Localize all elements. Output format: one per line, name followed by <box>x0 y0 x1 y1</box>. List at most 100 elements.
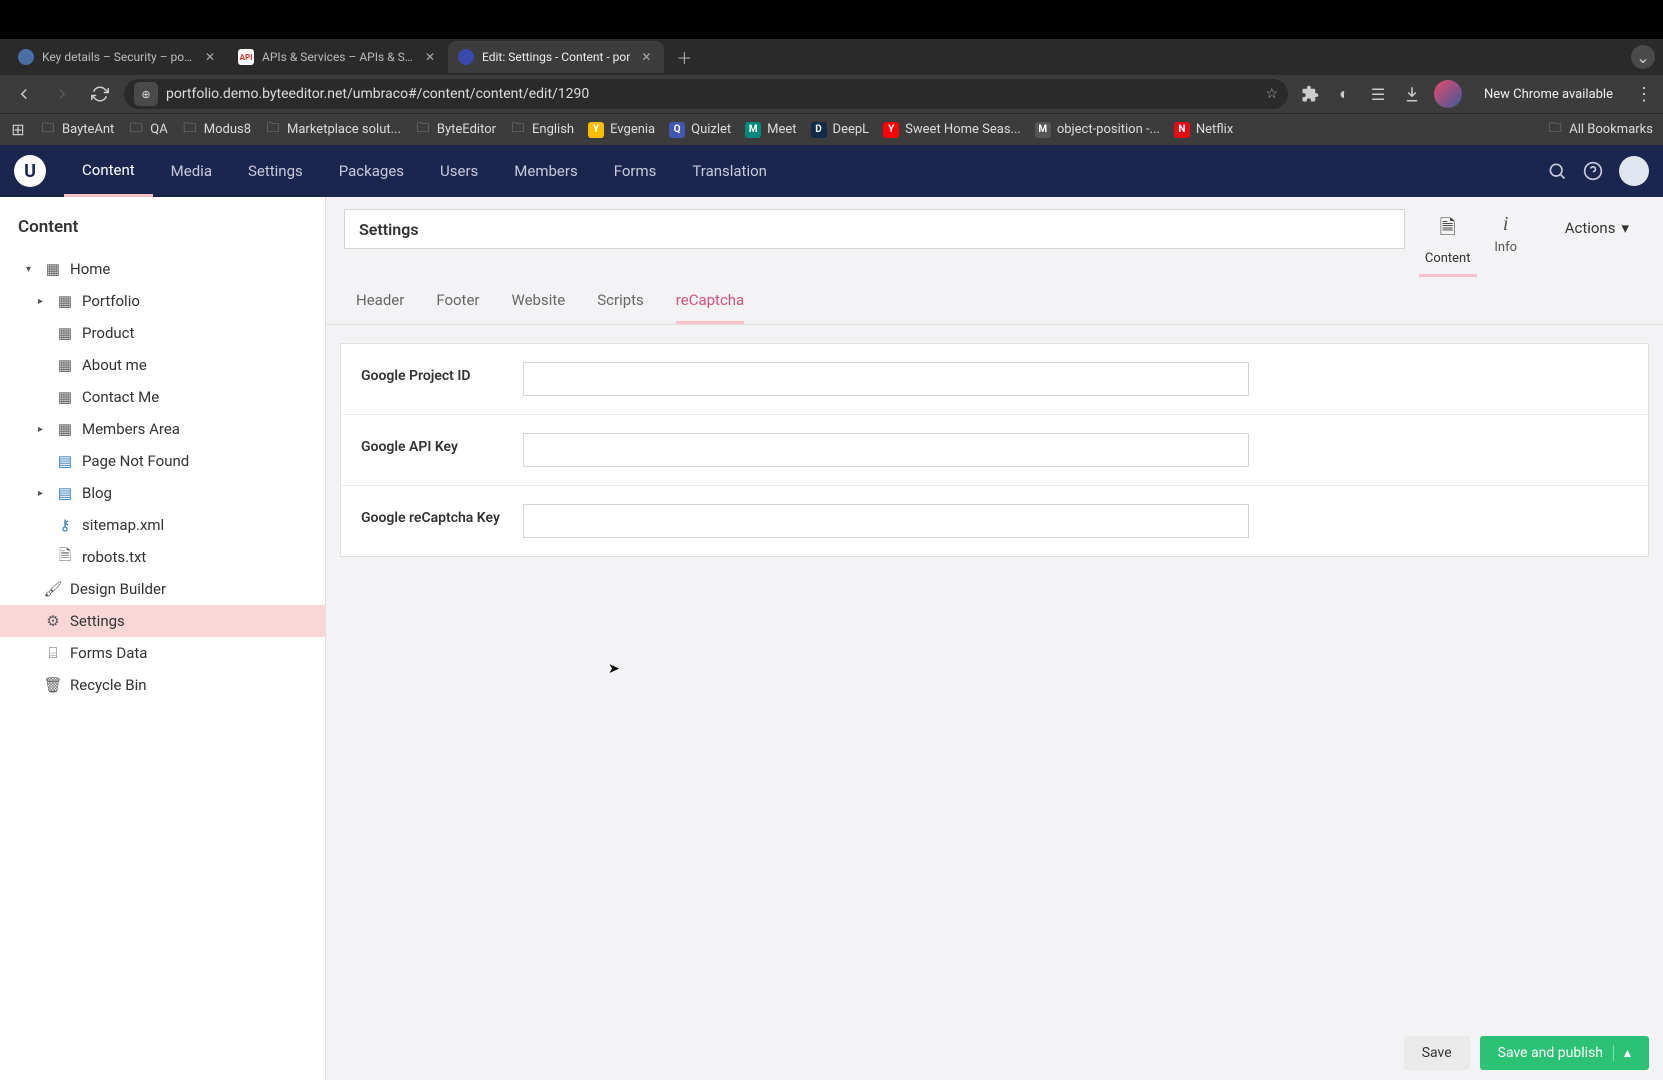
caret-icon[interactable]: ▸ <box>38 296 48 307</box>
browser-tab[interactable]: Key details – Security – portf ✕ <box>8 41 228 73</box>
bookmark-label: object-position -... <box>1057 122 1160 137</box>
nav-item-media[interactable]: Media <box>153 145 230 197</box>
field-input-google-project-id[interactable] <box>523 362 1249 396</box>
back-button[interactable] <box>10 80 38 108</box>
bookmark-item[interactable]: NNetflix <box>1174 122 1233 138</box>
nav-item-forms[interactable]: Forms <box>596 145 675 197</box>
sub-tab-footer[interactable]: Footer <box>436 291 479 324</box>
bookmark-item[interactable]: YEvgenia <box>588 122 655 138</box>
umbraco-logo[interactable]: U <box>14 155 46 187</box>
caret-icon[interactable]: ▸ <box>38 424 48 435</box>
tree-item-portfolio[interactable]: ▸▦Portfolio <box>0 285 325 317</box>
folder-icon: 🗀 <box>1547 122 1563 138</box>
caret-up-icon[interactable]: ▴ <box>1613 1045 1631 1061</box>
address-bar[interactable]: ⊕ portfolio.demo.byteeditor.net/umbraco#… <box>124 79 1288 109</box>
view-tab-label: Info <box>1494 240 1517 255</box>
bookmark-item[interactable]: Mobject-position -... <box>1035 122 1160 138</box>
profile-avatar[interactable] <box>1434 80 1462 108</box>
new-tab-button[interactable]: ＋ <box>670 43 698 71</box>
tree-item-sitemap-xml[interactable]: ⚷sitemap.xml <box>0 509 325 541</box>
extensions-icon[interactable] <box>1298 82 1322 106</box>
tree-item-members-area[interactable]: ▸▦Members Area <box>0 413 325 445</box>
api-icon: API <box>238 49 254 65</box>
view-tab-content[interactable]: 🗎 Content <box>1419 209 1477 277</box>
bookmark-item[interactable]: 🗀BayteAnt <box>40 122 114 138</box>
bookmark-item[interactable]: 🗀Modus8 <box>182 122 251 138</box>
folder-icon: 🗀 <box>510 122 526 138</box>
tree-item-settings[interactable]: ⚙Settings <box>0 605 325 637</box>
document-icon: 🗎 <box>1440 213 1456 247</box>
close-icon[interactable]: ✕ <box>422 49 438 65</box>
close-icon[interactable]: ✕ <box>202 49 218 65</box>
downloads-icon[interactable] <box>1400 82 1424 106</box>
actions-dropdown[interactable]: Actions ▾ <box>1549 209 1645 247</box>
save-button[interactable]: Save <box>1404 1036 1470 1070</box>
nav-item-members[interactable]: Members <box>496 145 595 197</box>
bookmark-item[interactable]: QQuizlet <box>669 122 731 138</box>
bookmark-item[interactable]: DDeepL <box>811 122 870 138</box>
chrome-update-button[interactable]: New Chrome available <box>1472 81 1625 108</box>
bookmark-item[interactable]: 🗀QA <box>128 122 167 138</box>
tree-item-recycle-bin[interactable]: 🗑Recycle Bin <box>0 669 325 701</box>
nav-item-translation[interactable]: Translation <box>674 145 785 197</box>
sub-tab-scripts[interactable]: Scripts <box>597 291 644 324</box>
extension-icon[interactable]: ◐ <box>1332 82 1356 106</box>
bookmark-item[interactable]: 🗀ByteEditor <box>415 122 496 138</box>
tree-item-page-not-found[interactable]: ▤Page Not Found <box>0 445 325 477</box>
field-label: Google reCaptcha Key <box>361 504 523 526</box>
page-icon: ▦ <box>56 356 74 374</box>
tree-label: Recycle Bin <box>70 676 147 694</box>
main-content: 🗎 Content i Info Actions ▾ Header Footer W… <box>326 197 1663 1080</box>
tree-item-robots-txt[interactable]: 🗎robots.txt <box>0 541 325 573</box>
nav-item-packages[interactable]: Packages <box>321 145 422 197</box>
sub-tab-header[interactable]: Header <box>356 291 404 324</box>
sub-tab-recaptcha[interactable]: reCaptcha <box>676 291 744 324</box>
tree-item-product[interactable]: ▦Product <box>0 317 325 349</box>
close-icon[interactable]: ✕ <box>638 49 654 65</box>
bookmark-item[interactable]: MMeet <box>745 122 796 138</box>
search-icon[interactable] <box>1547 161 1567 181</box>
sub-tab-website[interactable]: Website <box>512 291 566 324</box>
bookmark-item[interactable]: YSweet Home Seas... <box>883 122 1021 138</box>
gear-icon: ⚙ <box>44 612 62 630</box>
caret-icon[interactable]: ▾ <box>26 264 36 275</box>
folder-icon: 🗀 <box>415 122 431 138</box>
nav-item-settings[interactable]: Settings <box>230 145 321 197</box>
user-avatar[interactable] <box>1619 156 1649 186</box>
tree-item-home[interactable]: ▾▦Home <box>0 253 325 285</box>
view-tab-info[interactable]: i Info <box>1477 209 1535 277</box>
reload-button[interactable] <box>86 80 114 108</box>
field-input-google-api-key[interactable] <box>523 433 1249 467</box>
tree-label: Members Area <box>82 420 180 438</box>
bookmark-label: English <box>532 122 574 137</box>
site-info-icon[interactable]: ⊕ <box>134 82 158 106</box>
save-publish-button[interactable]: Save and publish ▴ <box>1480 1036 1649 1070</box>
tree-label: Blog <box>82 484 112 502</box>
nav-item-content[interactable]: Content <box>64 145 153 197</box>
browser-menu-icon[interactable]: ⋮ <box>1635 84 1653 105</box>
tree-item-design-builder[interactable]: 🖌Design Builder <box>0 573 325 605</box>
tab-list-dropdown[interactable]: ⌄ <box>1631 45 1655 69</box>
tree-item-blog[interactable]: ▸▤Blog <box>0 477 325 509</box>
field-input-google-recaptcha-key[interactable] <box>523 504 1249 538</box>
reading-list-icon[interactable]: ☰ <box>1366 82 1390 106</box>
bookmark-star-icon[interactable]: ☆ <box>1265 86 1278 102</box>
tree-item-forms-data[interactable]: ⌸Forms Data <box>0 637 325 669</box>
site-icon: M <box>745 122 761 138</box>
tree-item-contact-me[interactable]: ▦Contact Me <box>0 381 325 413</box>
content-sidebar: Content ▾▦Home▸▦Portfolio▦Product▦About … <box>0 197 326 1080</box>
browser-tab[interactable]: API APIs & Services – APIs & Ser ✕ <box>228 41 448 73</box>
nav-item-users[interactable]: Users <box>422 145 496 197</box>
apps-icon[interactable]: ⊞ <box>10 122 26 138</box>
forward-button[interactable] <box>48 80 76 108</box>
tree-item-about-me[interactable]: ▦About me <box>0 349 325 381</box>
page-title-input[interactable] <box>344 209 1405 249</box>
bookmark-item[interactable]: 🗀Marketplace solut... <box>265 122 401 138</box>
help-icon[interactable] <box>1583 161 1603 181</box>
site-icon: N <box>1174 122 1190 138</box>
bookmark-item[interactable]: 🗀 English <box>510 122 574 138</box>
all-bookmarks-button[interactable]: 🗀 All Bookmarks <box>1547 122 1653 138</box>
page-icon: ▦ <box>56 324 74 342</box>
browser-tab-active[interactable]: Edit: Settings - Content - por ✕ <box>448 41 664 73</box>
caret-icon[interactable]: ▸ <box>38 488 48 499</box>
